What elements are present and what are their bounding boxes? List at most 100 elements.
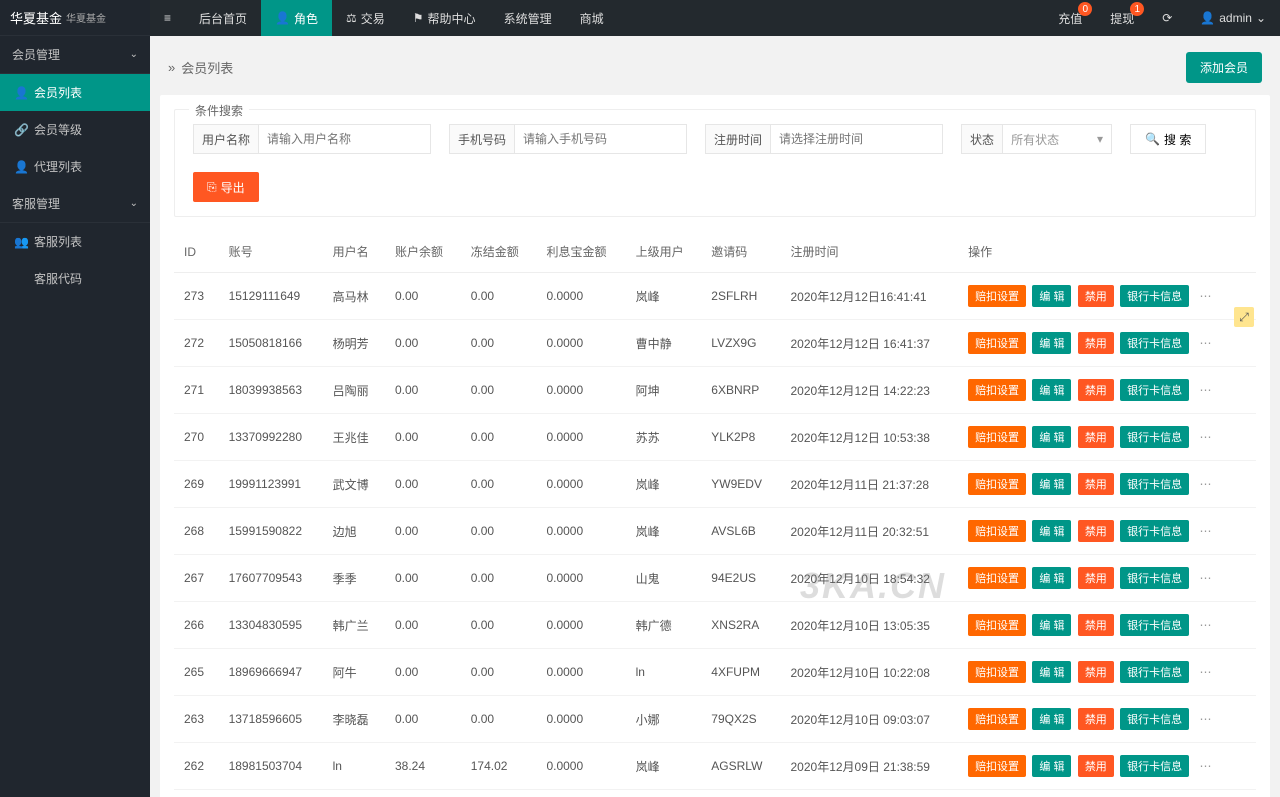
cell-regtime: 2020年12月12日 14:22:23 bbox=[781, 367, 959, 414]
action-edit-button[interactable]: 编 辑 bbox=[1032, 614, 1071, 636]
topnav-right-item[interactable]: 提现1 bbox=[1096, 0, 1148, 36]
action-settings-button[interactable]: 赔扣设置 bbox=[968, 426, 1026, 448]
cell-parent: 韩广德 bbox=[626, 602, 702, 649]
action-ban-button[interactable]: 禁用 bbox=[1078, 661, 1114, 683]
action-bank-button[interactable]: 银行卡信息 bbox=[1120, 426, 1189, 448]
sidebar-item[interactable]: 👤代理列表 bbox=[0, 148, 150, 185]
action-bank-button[interactable]: 银行卡信息 bbox=[1120, 473, 1189, 495]
action-ban-button[interactable]: 禁用 bbox=[1078, 473, 1114, 495]
action-bank-button[interactable]: 银行卡信息 bbox=[1120, 332, 1189, 354]
action-edit-button[interactable]: 编 辑 bbox=[1032, 285, 1071, 307]
table-row: 268 15991590822 边旭 0.00 0.00 0.0000 岚峰 A… bbox=[174, 508, 1256, 555]
cell-parent: 苏苏 bbox=[626, 414, 702, 461]
topnav-right-item[interactable]: 👤admin ⌄ bbox=[1186, 0, 1280, 36]
cell-id: 269 bbox=[174, 461, 219, 508]
action-more-button[interactable]: ⋯ bbox=[1196, 383, 1216, 397]
action-more-button[interactable]: ⋯ bbox=[1196, 618, 1216, 632]
action-ban-button[interactable]: 禁用 bbox=[1078, 567, 1114, 589]
action-more-button[interactable]: ⋯ bbox=[1196, 524, 1216, 538]
action-bank-button[interactable]: 银行卡信息 bbox=[1120, 708, 1189, 730]
action-ban-button[interactable]: 禁用 bbox=[1078, 379, 1114, 401]
search-button[interactable]: 🔍 搜 索 bbox=[1130, 124, 1206, 154]
action-ban-button[interactable]: 禁用 bbox=[1078, 332, 1114, 354]
sidebar-item[interactable]: 🔗会员等级 bbox=[0, 111, 150, 148]
topnav-item[interactable]: 👤角色 bbox=[261, 0, 332, 36]
action-settings-button[interactable]: 赔扣设置 bbox=[968, 661, 1026, 683]
action-more-button[interactable]: ⋯ bbox=[1196, 712, 1216, 726]
action-edit-button[interactable]: 编 辑 bbox=[1032, 567, 1071, 589]
action-settings-button[interactable]: 赔扣设置 bbox=[968, 379, 1026, 401]
username-input[interactable] bbox=[258, 124, 431, 154]
action-edit-button[interactable]: 编 辑 bbox=[1032, 332, 1071, 354]
action-settings-button[interactable]: 赔扣设置 bbox=[968, 755, 1026, 777]
status-select[interactable]: 所有状态 ▾ bbox=[1002, 124, 1112, 154]
action-more-button[interactable]: ⋯ bbox=[1196, 289, 1216, 303]
regtime-input[interactable] bbox=[770, 124, 943, 154]
cell-code: LVZX9G bbox=[701, 320, 780, 367]
action-ban-button[interactable]: 禁用 bbox=[1078, 614, 1114, 636]
breadcrumb-icon: » bbox=[168, 60, 175, 75]
action-bank-button[interactable]: 银行卡信息 bbox=[1120, 379, 1189, 401]
sidebar-item[interactable]: 👥客服列表 bbox=[0, 223, 150, 260]
username-label: 用户名称 bbox=[193, 124, 258, 154]
regtime-label: 注册时间 bbox=[705, 124, 770, 154]
cell-parent: 岚峰 bbox=[626, 743, 702, 790]
action-more-button[interactable]: ⋯ bbox=[1196, 336, 1216, 350]
topnav-item[interactable]: 商城 bbox=[566, 0, 618, 36]
action-bank-button[interactable]: 银行卡信息 bbox=[1120, 614, 1189, 636]
action-settings-button[interactable]: 赔扣设置 bbox=[968, 520, 1026, 542]
topnav-right-item[interactable]: 充值0 bbox=[1044, 0, 1096, 36]
sidebar-group-header[interactable]: 会员管理⌄ bbox=[0, 36, 150, 74]
action-more-button[interactable]: ⋯ bbox=[1196, 571, 1216, 585]
action-settings-button[interactable]: 赔扣设置 bbox=[968, 473, 1026, 495]
topnav-item[interactable]: 系统管理 bbox=[490, 0, 566, 36]
cell-frozen: 0.00 bbox=[461, 367, 537, 414]
action-ban-button[interactable]: 禁用 bbox=[1078, 755, 1114, 777]
action-ban-button[interactable]: 禁用 bbox=[1078, 708, 1114, 730]
action-ban-button[interactable]: 禁用 bbox=[1078, 426, 1114, 448]
action-bank-button[interactable]: 银行卡信息 bbox=[1120, 285, 1189, 307]
action-more-button[interactable]: ⋯ bbox=[1196, 665, 1216, 679]
action-settings-button[interactable]: 赔扣设置 bbox=[968, 708, 1026, 730]
action-bank-button[interactable]: 银行卡信息 bbox=[1120, 567, 1189, 589]
cell-interest: 0.0000 bbox=[536, 555, 625, 602]
cell-name: 阿牛 bbox=[323, 649, 385, 696]
action-ban-button[interactable]: 禁用 bbox=[1078, 285, 1114, 307]
action-bank-button[interactable]: 银行卡信息 bbox=[1120, 520, 1189, 542]
sidebar-group-header[interactable]: 客服管理⌄ bbox=[0, 185, 150, 223]
action-edit-button[interactable]: 编 辑 bbox=[1032, 520, 1071, 542]
sidebar-item[interactable]: 👤会员列表 bbox=[0, 74, 150, 111]
topnav-item[interactable]: ⚑帮助中心 bbox=[399, 0, 490, 36]
action-settings-button[interactable]: 赔扣设置 bbox=[968, 567, 1026, 589]
action-more-button[interactable]: ⋯ bbox=[1196, 477, 1216, 491]
cell-code: YW9EDV bbox=[701, 461, 780, 508]
column-header: 用户名 bbox=[323, 231, 385, 273]
action-more-button[interactable]: ⋯ bbox=[1196, 430, 1216, 444]
menu-toggle[interactable]: ≡ bbox=[150, 0, 185, 36]
cell-regtime: 2020年12月12日 16:41:37 bbox=[781, 320, 959, 367]
action-settings-button[interactable]: 赔扣设置 bbox=[968, 332, 1026, 354]
phone-input[interactable] bbox=[514, 124, 687, 154]
action-edit-button[interactable]: 编 辑 bbox=[1032, 473, 1071, 495]
action-edit-button[interactable]: 编 辑 bbox=[1032, 661, 1071, 683]
export-button[interactable]: ⎘ 导出 bbox=[193, 172, 259, 202]
cell-actions: 赔扣设置 编 辑 禁用 银行卡信息 ⋯ bbox=[958, 790, 1256, 797]
topnav-item[interactable]: 后台首页 bbox=[185, 0, 261, 36]
action-edit-button[interactable]: 编 辑 bbox=[1032, 379, 1071, 401]
cell-name: 王兆佳 bbox=[323, 414, 385, 461]
topnav-item[interactable]: ⚖交易 bbox=[332, 0, 399, 36]
action-ban-button[interactable]: 禁用 bbox=[1078, 520, 1114, 542]
action-settings-button[interactable]: 赔扣设置 bbox=[968, 614, 1026, 636]
sidebar-item[interactable]: 客服代码 bbox=[0, 260, 150, 297]
action-edit-button[interactable]: 编 辑 bbox=[1032, 755, 1071, 777]
action-edit-button[interactable]: 编 辑 bbox=[1032, 426, 1071, 448]
add-member-button[interactable]: 添加会员 bbox=[1186, 52, 1262, 83]
action-edit-button[interactable]: 编 辑 bbox=[1032, 708, 1071, 730]
action-bank-button[interactable]: 银行卡信息 bbox=[1120, 755, 1189, 777]
refresh-button[interactable]: ⟳ bbox=[1148, 0, 1186, 36]
action-bank-button[interactable]: 银行卡信息 bbox=[1120, 661, 1189, 683]
cell-id: 266 bbox=[174, 602, 219, 649]
action-settings-button[interactable]: 赔扣设置 bbox=[968, 285, 1026, 307]
cell-id: 268 bbox=[174, 508, 219, 555]
action-more-button[interactable]: ⋯ bbox=[1196, 759, 1216, 773]
